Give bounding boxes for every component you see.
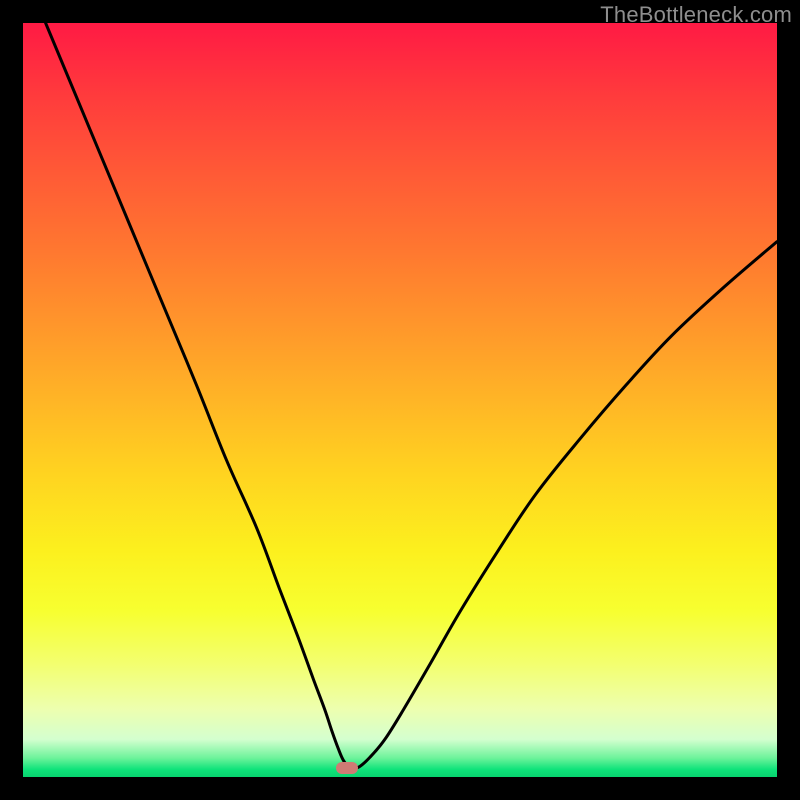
plot-area [23,23,777,777]
optimum-marker [336,762,358,774]
chart-container: TheBottleneck.com [0,0,800,800]
curve-svg [23,23,777,777]
bottleneck-curve [46,23,777,769]
watermark-text: TheBottleneck.com [600,2,792,28]
